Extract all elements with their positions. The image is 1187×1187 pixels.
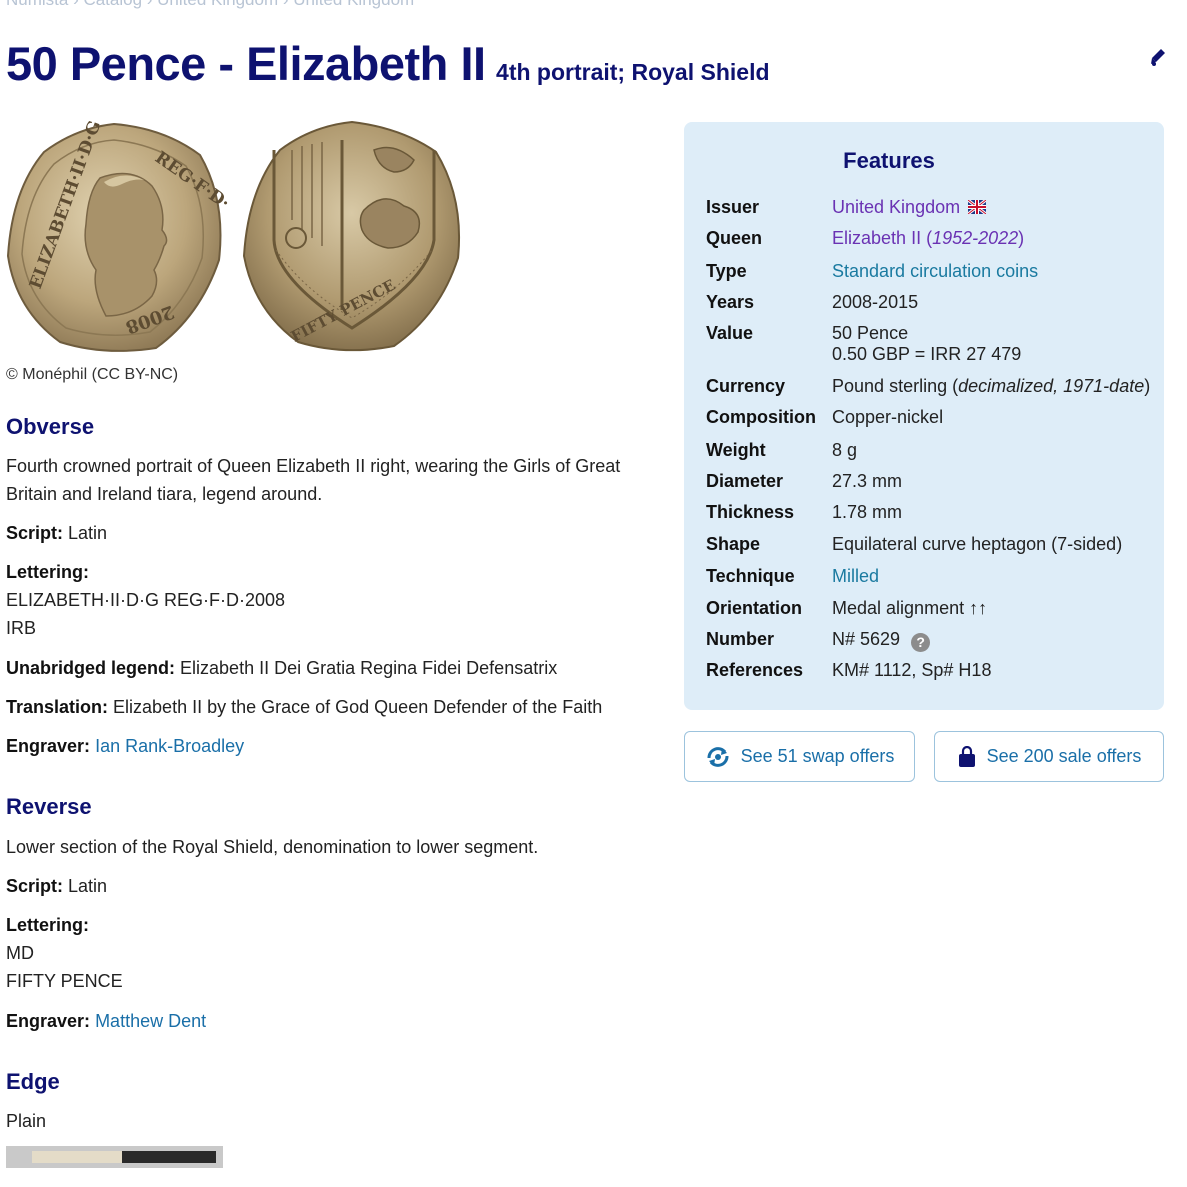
obverse-coin: ELIZABETH·II·D·G REG·F·D· 2008	[6, 120, 233, 352]
reverse-script-label: Script:	[6, 876, 64, 896]
image-credit: © Monéphil (CC BY-NC)	[6, 366, 179, 383]
reverse-lettering: Lettering: MD FIFTY PENCE	[6, 911, 123, 995]
obverse-script: Script: Latin	[6, 519, 107, 547]
obverse-translation-value: Elizabeth II by the Grace of God Queen D…	[113, 697, 603, 717]
obverse-legend: Unabridged legend: Elizabeth II Dei Grat…	[6, 654, 557, 682]
feature-years: Years 2008-2015	[706, 292, 919, 312]
obverse-engraver-link[interactable]: Ian Rank-Broadley	[95, 736, 244, 756]
obverse-heading: Obverse	[6, 414, 95, 439]
coin-images: ELIZABETH·II·D·G REG·F·D· 2008 FIFTY PEN…	[6, 120, 461, 352]
sale-offers-label: See 200 sale offers	[986, 746, 1142, 766]
obverse-lettering: Lettering: ELIZABETH·II·D·G REG·F·D·2008…	[6, 558, 285, 642]
edge-value: Plain	[6, 1111, 47, 1131]
page-title: 50 Pence - Elizabeth II	[6, 37, 486, 90]
technique-link[interactable]: Milled	[832, 566, 879, 587]
obverse-script-label: Script:	[6, 523, 64, 543]
obverse-legend-label: Unabridged legend:	[6, 658, 176, 678]
reverse-script: Script: Latin	[6, 872, 107, 900]
feature-type: Type Standard circulation coins	[706, 261, 1039, 282]
features-title: Features	[843, 148, 935, 173]
feature-value: Value 50 Pence 0.50 GBP = IRR 27 479	[706, 323, 1022, 364]
obverse-lettering-line2: IRB	[6, 618, 37, 638]
obverse-engraver: Engraver: Ian Rank-Broadley	[6, 732, 244, 760]
feature-shape: Shape Equilateral curve heptagon (7-side…	[706, 534, 1123, 554]
edge-image	[6, 1146, 223, 1168]
reverse-description: Lower section of the Royal Shield, denom…	[6, 837, 539, 857]
feature-composition: Composition Copper-nickel	[706, 407, 944, 427]
obverse-description: Fourth crowned portrait of Queen Elizabe…	[6, 456, 621, 504]
page-title-row: 50 Pence - Elizabeth II 4th portrait; Ro…	[6, 36, 770, 91]
reverse-coin: FIFTY PENCE	[242, 120, 461, 352]
sale-offers-button[interactable]: See 200 sale offers	[934, 731, 1164, 782]
reverse-engraver-link[interactable]: Matthew Dent	[95, 1011, 206, 1031]
feature-orientation: Orientation Medal alignment ↑↑	[706, 598, 988, 618]
edge-heading: Edge	[6, 1069, 60, 1094]
swap-offers-button[interactable]: See 51 swap offers	[684, 731, 915, 782]
obverse-engraver-label: Engraver:	[6, 736, 91, 756]
reverse-engraver-label: Engraver:	[6, 1011, 91, 1031]
features-panel: Features Issuer United Kingdom Queen Eli…	[684, 122, 1164, 710]
feature-diameter: Diameter 27.3 mm	[706, 471, 903, 491]
reverse-lettering-label: Lettering:	[6, 915, 89, 935]
help-icon[interactable]: ?	[911, 633, 931, 652]
feature-currency: Currency Pound sterling (decimalized, 19…	[706, 376, 1151, 396]
swap-icon	[707, 746, 729, 767]
uk-flag-icon	[967, 198, 988, 216]
reverse-engraver: Engraver: Matthew Dent	[6, 1007, 206, 1035]
queen-link[interactable]: Elizabeth II (1952-2022)	[832, 228, 1024, 249]
feature-number: Number N# 5629 ?	[706, 629, 931, 652]
feature-issuer: Issuer United Kingdom	[706, 197, 988, 218]
reverse-lettering-line2: FIFTY PENCE	[6, 971, 123, 991]
edit-pencil-icon[interactable]	[1146, 46, 1168, 68]
page-subtitle: 4th portrait; Royal Shield	[496, 59, 770, 85]
obverse-lettering-label: Lettering:	[6, 562, 89, 582]
reverse-script-value: Latin	[68, 876, 108, 896]
feature-weight: Weight 8 g	[706, 440, 858, 460]
issuer-link[interactable]: United Kingdom	[832, 197, 960, 217]
obverse-script-value: Latin	[68, 523, 108, 543]
breadcrumb[interactable]: Numista › Catalog › United Kingdom › Uni…	[6, 0, 414, 10]
references-value[interactable]: KM# 1112, Sp# H18	[832, 660, 991, 681]
feature-thickness: Thickness 1.78 mm	[706, 502, 903, 522]
feature-references: References KM# 1112, Sp# H18	[706, 660, 992, 681]
feature-technique: Technique Milled	[706, 566, 880, 587]
obverse-translation: Translation: Elizabeth II by the Grace o…	[6, 693, 602, 721]
obverse-translation-label: Translation:	[6, 697, 109, 717]
type-link[interactable]: Standard circulation coins	[832, 261, 1038, 282]
shopping-bag-icon	[958, 745, 975, 767]
feature-queen: Queen Elizabeth II (1952-2022)	[706, 228, 1025, 249]
reverse-lettering-line1: MD	[6, 943, 34, 963]
obverse-legend-value: Elizabeth II Dei Gratia Regina Fidei Def…	[180, 658, 558, 678]
obverse-lettering-line1: ELIZABETH·II·D·G REG·F·D·2008	[6, 590, 286, 610]
reverse-heading: Reverse	[6, 794, 92, 819]
swap-offers-label: See 51 swap offers	[740, 746, 895, 766]
